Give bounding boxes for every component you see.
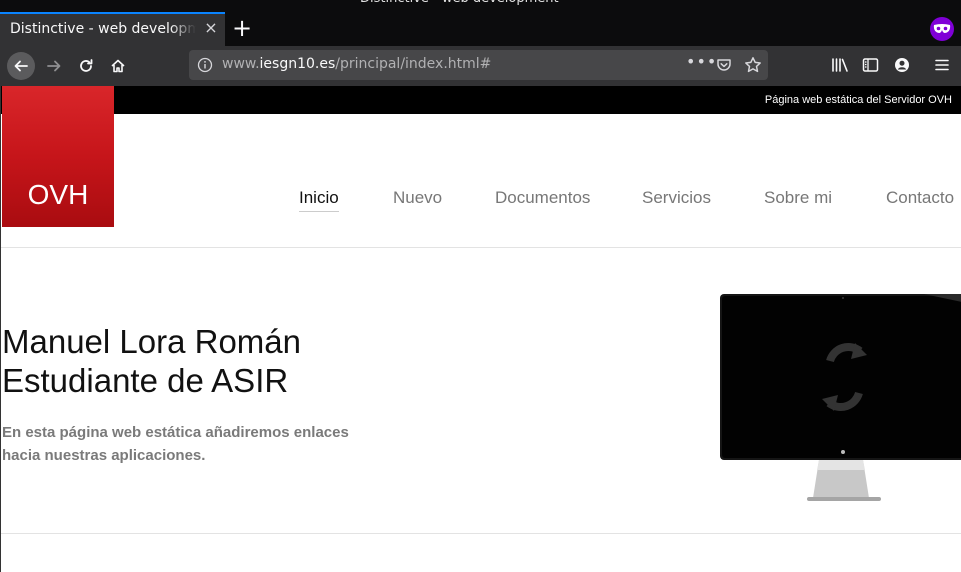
site-top-bar: Página web estática del Servidor OVH [1,86,961,114]
url-prefix: www. [222,56,260,72]
home-button[interactable] [104,52,132,80]
back-icon [14,60,28,72]
nav-link-documentos[interactable]: Documentos [495,188,590,208]
back-button[interactable] [7,52,35,80]
header-divider [1,247,961,248]
account-icon[interactable] [894,57,910,73]
forward-button[interactable] [40,52,68,80]
url-text[interactable]: www.iesgn10.es/principal/index.html# [222,56,491,72]
url-host: iesgn10.es [259,56,336,72]
tab-close-icon[interactable]: × [201,18,221,38]
site-info-icon[interactable] [197,57,213,73]
web-page: Página web estática del Servidor OVH OVH… [0,86,961,572]
window-title: Distinctive - web development [360,0,559,6]
section-divider [1,533,961,534]
site-tagline: Página web estática del Servidor OVH [764,94,952,106]
hero-title-role: Estudiante de ASIR [2,362,289,399]
url-bar[interactable]: www.iesgn10.es/principal/index.html# ••• [189,50,768,80]
navigation-toolbar: www.iesgn10.es/principal/index.html# ••• [0,46,961,86]
sidebar-icon[interactable] [862,57,879,73]
window-titlebar: Distinctive - web development [0,0,961,12]
reload-icon [80,59,93,72]
reload-button[interactable] [72,52,100,80]
nav-link-sobre-mi[interactable]: Sobre mi [764,188,832,208]
forward-icon [47,60,61,72]
library-icon[interactable] [831,57,849,73]
monitor-image [720,294,961,501]
page-actions-more-icon[interactable]: ••• [686,52,717,71]
nav-link-servicios[interactable]: Servicios [642,188,711,208]
private-browsing-icon [930,17,954,41]
bookmark-star-icon[interactable] [744,56,762,74]
pocket-icon[interactable] [716,57,732,73]
nav-link-nuevo[interactable]: Nuevo [393,188,442,208]
tab-title: Distinctive - web development [10,21,196,37]
new-tab-button[interactable]: + [230,15,254,41]
hero-title-name: Manuel Lora Román [2,323,301,360]
home-icon [111,59,125,73]
nav-link-contacto[interactable]: Contacto [886,188,954,208]
hamburger-menu-icon[interactable] [934,57,950,73]
hero-description: En esta página web estática añadiremos e… [2,424,349,464]
main-navigation: Inicio Nuevo Documentos Servicios Sobre … [1,188,961,212]
url-path: /principal/index.html# [335,56,492,72]
hero-title: Manuel Lora Román Estudiante de ASIR [2,322,301,400]
tab-strip: Distinctive - web development × + [0,12,961,46]
tab-active[interactable]: Distinctive - web development × [0,12,225,46]
nav-link-inicio[interactable]: Inicio [299,188,339,212]
